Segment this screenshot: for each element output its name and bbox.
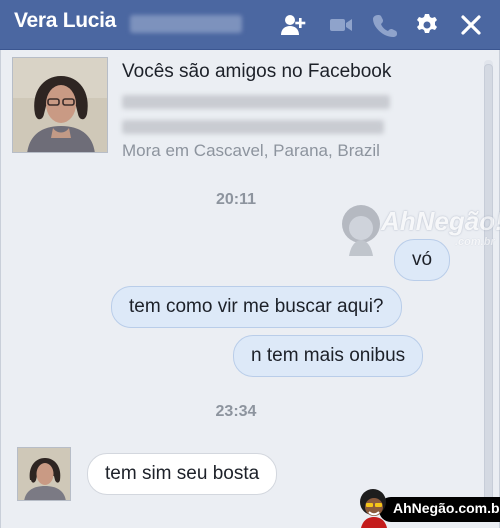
avatar[interactable] — [17, 447, 71, 501]
profile-photo[interactable] — [12, 57, 108, 153]
footer-watermark: AhNegão.com.br — [357, 488, 500, 528]
message-bubble-incoming[interactable]: tem sim seu bosta — [87, 453, 278, 495]
message-panel[interactable]: Vocês são amigos no Facebook Mora em Cas… — [0, 50, 500, 528]
watermark-domain: .com.br — [455, 236, 495, 248]
mascot-icon — [360, 489, 387, 528]
timestamp: 20:11 — [215, 191, 257, 208]
add-friend-icon[interactable] — [280, 12, 306, 38]
location-text: Mora em Cascavel, Parana, Brazil — [122, 141, 380, 160]
message-bubble-outgoing[interactable]: n tem mais onibus — [233, 335, 424, 377]
phone-icon[interactable] — [372, 12, 398, 38]
close-icon[interactable] — [458, 12, 484, 38]
mascot-icon — [342, 205, 380, 256]
timestamp: 23:34 — [215, 403, 257, 420]
message-bubble-outgoing[interactable]: tem como vir me buscar aqui? — [111, 286, 402, 328]
message-bubble-outgoing[interactable]: vó — [394, 239, 451, 281]
chat-header: Vera Lucia — [0, 0, 500, 50]
footer-domain: AhNegão.com.br — [393, 500, 500, 516]
gear-icon[interactable] — [414, 12, 440, 38]
blurred-info-line — [122, 120, 384, 134]
blurred-surname — [130, 15, 242, 33]
scrollbar-thumb[interactable] — [484, 64, 493, 504]
blurred-info-line — [122, 95, 390, 109]
friends-status: Vocês são amigos no Facebook — [122, 61, 392, 82]
watermark-brand: AhNegão! — [381, 206, 500, 236]
contact-name[interactable]: Vera Lucia — [14, 9, 116, 33]
video-call-icon[interactable] — [328, 12, 354, 38]
